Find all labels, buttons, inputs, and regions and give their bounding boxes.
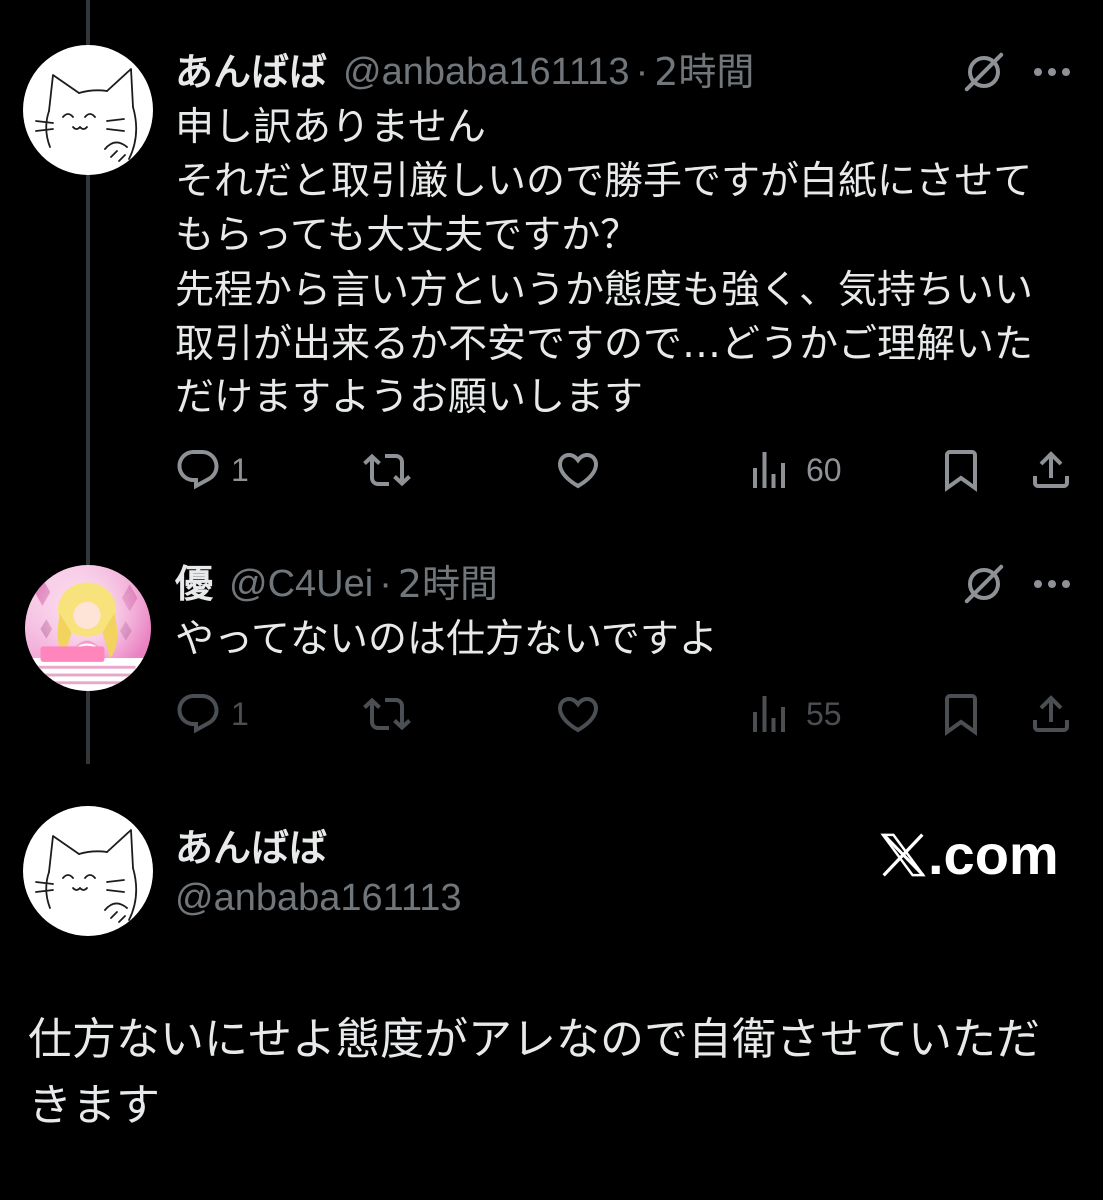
avatar[interactable]	[23, 45, 153, 175]
x-logo-icon	[880, 833, 926, 877]
post-text-line: 仕方ないにせよ態度がアレなので自衛させていただ	[28, 1014, 1040, 1065]
thread-connector-line	[86, 0, 90, 46]
separator-dot: ·	[635, 51, 649, 93]
tweet-header: あんばば @anbaba161113 · 2時間	[175, 47, 754, 97]
retweet-icon	[363, 453, 411, 487]
user-handle[interactable]: @anbaba161113	[343, 47, 630, 97]
x-com-watermark: .com	[880, 820, 1059, 890]
avatar[interactable]	[25, 565, 151, 691]
share-button[interactable]	[1027, 446, 1075, 494]
more-options-button[interactable]	[1028, 48, 1076, 96]
thread-view: あんばば @anbaba161113 · 2時間 申し訳ありません それだと取引…	[0, 0, 1103, 1200]
display-name[interactable]: あんばば	[175, 823, 327, 873]
more-icon	[1034, 580, 1070, 588]
bookmark-button[interactable]	[937, 690, 985, 738]
more-icon	[1034, 68, 1070, 76]
display-name[interactable]: 優	[175, 559, 213, 609]
tweet-text-line: 先程から言い方というか態度も強く、気持ちいい	[175, 268, 1034, 313]
cat-avatar-image	[23, 806, 153, 936]
grok-icon	[964, 564, 1004, 604]
retweet-button[interactable]	[363, 690, 411, 738]
bookmark-icon	[945, 450, 977, 492]
reply-button[interactable]	[174, 690, 222, 738]
tweet-header: 優 @C4Uei · 2時間	[175, 559, 498, 609]
bookmark-button[interactable]	[937, 446, 985, 494]
views-icon	[753, 452, 785, 488]
user-handle[interactable]: @anbaba161113	[175, 873, 462, 923]
views-button[interactable]	[745, 446, 793, 494]
tweet-text-line: 申し訳ありません	[175, 105, 486, 150]
thread-connector-line	[86, 690, 90, 764]
retweet-button[interactable]	[363, 446, 411, 494]
share-button[interactable]	[1027, 690, 1075, 738]
share-icon	[1033, 695, 1069, 732]
post-text-line: きます	[28, 1080, 160, 1131]
bookmark-icon	[945, 694, 977, 736]
share-icon	[1033, 451, 1069, 488]
reply-icon	[177, 694, 219, 734]
timestamp[interactable]: 2時間	[654, 47, 754, 97]
retweet-icon	[363, 697, 411, 731]
like-button[interactable]	[554, 690, 602, 738]
grok-button[interactable]	[960, 48, 1008, 96]
avatar[interactable]	[23, 806, 153, 936]
reply-count: 1	[231, 452, 249, 488]
thread-connector-line	[86, 174, 90, 566]
reply-icon	[177, 450, 219, 490]
reply-button[interactable]	[174, 446, 222, 494]
separator-dot: ·	[379, 563, 392, 605]
grok-icon	[964, 52, 1004, 92]
anime-avatar-image	[25, 565, 151, 691]
watermark-domain-text: .com	[928, 823, 1059, 886]
tweet-text-line: それだと取引厳しいので勝手ですが白紙にさせて	[175, 159, 1033, 204]
tweet-text-line: だけますようお願いします	[175, 375, 644, 420]
tweet-text-line: やってないのは仕方ないですよ	[175, 617, 718, 662]
cat-avatar-image	[23, 45, 153, 175]
views-icon	[753, 696, 785, 732]
grok-button[interactable]	[960, 560, 1008, 608]
more-options-button[interactable]	[1028, 560, 1076, 608]
tweet-text-line: 取引が出来るか不安ですので…どうかご理解いた	[175, 322, 1034, 367]
user-handle[interactable]: @C4Uei	[229, 559, 373, 609]
tweet-text-line: もらっても大丈夫ですか？	[175, 213, 640, 258]
heart-icon	[557, 453, 599, 489]
views-button[interactable]	[745, 690, 793, 738]
view-count: 55	[806, 696, 842, 732]
heart-icon	[557, 697, 599, 733]
like-button[interactable]	[554, 446, 602, 494]
display-name[interactable]: あんばば	[175, 47, 327, 97]
view-count: 60	[806, 452, 842, 488]
timestamp[interactable]: 2時間	[398, 559, 498, 609]
reply-count: 1	[231, 696, 249, 732]
